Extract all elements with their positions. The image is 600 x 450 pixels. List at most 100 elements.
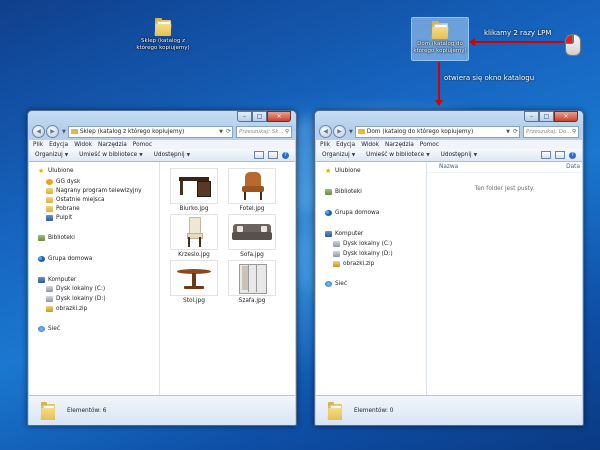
file-item[interactable]: Sofa.jpg	[228, 214, 276, 258]
address-dropdown-icon[interactable]: ▼	[219, 129, 223, 135]
nav-downloads[interactable]: Pobrane	[46, 206, 80, 212]
details-pane: Elementów: 6	[29, 395, 295, 425]
nav-homegroup[interactable]: Grupa domowa	[325, 210, 379, 216]
recent-pages-dropdown[interactable]: ▼	[349, 129, 353, 135]
menu-pomoc[interactable]: Pomoc	[133, 142, 152, 148]
drive-icon	[333, 241, 340, 247]
folder-icon	[327, 401, 343, 420]
include-in-library-button[interactable]: Umieść w bibliotece ▼	[79, 152, 143, 158]
nav-obrazki-zip[interactable]: obrazki.zip	[333, 261, 374, 267]
refresh-icon[interactable]: ⟳	[226, 128, 231, 135]
zip-icon	[46, 306, 53, 312]
file-item[interactable]: Krzeslo.jpg	[170, 214, 218, 258]
nav-obrazki-zip[interactable]: obrazki.zip	[46, 306, 87, 312]
nav-libraries[interactable]: Biblioteki	[325, 189, 362, 195]
file-item[interactable]: Biurko.jpg	[170, 168, 218, 212]
file-item[interactable]: Szafa.jpg	[228, 260, 276, 304]
network-icon	[325, 281, 332, 287]
menu-plik[interactable]: Plik	[33, 142, 43, 148]
file-item[interactable]: Stol.jpg	[170, 260, 218, 304]
nav-computer[interactable]: Komputer	[325, 231, 363, 237]
recent-pages-dropdown[interactable]: ▼	[62, 129, 66, 135]
nav-drive-c[interactable]: Dysk lokalny (C:)	[333, 241, 392, 247]
maximize-button[interactable]: □	[252, 111, 267, 122]
nav-drive-c[interactable]: Dysk lokalny (C:)	[46, 286, 105, 292]
preview-pane-icon[interactable]	[555, 151, 565, 159]
drive-icon	[333, 251, 340, 257]
menu-narzedzia[interactable]: Narzędzia	[98, 142, 127, 148]
search-input[interactable]: Przeszukaj: Do... ⚲	[523, 125, 579, 138]
nav-drive-d[interactable]: Dysk lokalny (D:)	[46, 296, 106, 302]
maximize-button[interactable]: □	[539, 111, 554, 122]
desktop-icon-dom[interactable]: Dom (katalog do którego kopiujemy)	[411, 17, 469, 61]
menu-edycja[interactable]: Edycja	[336, 142, 355, 148]
menu-edycja[interactable]: Edycja	[49, 142, 68, 148]
nav-computer[interactable]: Komputer	[38, 277, 76, 283]
address-bar[interactable]: Sklep (katalog z którego kopiujemy) ▼ ⟳	[67, 125, 233, 138]
homegroup-icon	[38, 256, 45, 262]
include-in-library-button[interactable]: Umieść w bibliotece ▼	[366, 152, 430, 158]
menu-widok[interactable]: Widok	[361, 142, 379, 148]
drive-icon	[46, 296, 53, 302]
back-button[interactable]: ◀	[319, 125, 332, 138]
close-button[interactable]: ✕	[554, 111, 578, 122]
search-input[interactable]: Przeszukaj: Sk... ⚲	[236, 125, 292, 138]
furniture-thumbnail-icon	[228, 214, 276, 250]
close-button[interactable]: ✕	[267, 111, 291, 122]
forward-button[interactable]: ▶	[46, 125, 59, 138]
nav-network[interactable]: Sieć	[325, 281, 347, 287]
folder-icon	[40, 401, 56, 420]
command-bar: Organizuj ▼ Umieść w bibliotece ▼ Udostępn…	[29, 149, 295, 162]
desktop-icon	[46, 215, 53, 221]
search-placeholder: Przeszukaj: Sk...	[239, 128, 284, 135]
share-button[interactable]: Udostępnij ▼	[154, 152, 190, 158]
mouse-icon	[565, 34, 581, 56]
desktop-icon-sklep[interactable]: Sklep (katalog z którego kopiujemy)	[134, 18, 192, 51]
menu-widok[interactable]: Widok	[74, 142, 92, 148]
nav-recent-places[interactable]: Ostatnie miejsca	[46, 197, 105, 203]
menu-pomoc[interactable]: Pomoc	[420, 142, 439, 148]
help-icon[interactable]: ?	[282, 151, 289, 159]
star-icon: ★	[38, 167, 45, 175]
organize-button[interactable]: Organizuj ▼	[35, 152, 68, 158]
column-date[interactable]: Data	[566, 164, 580, 170]
forward-button[interactable]: ▶	[333, 125, 346, 138]
command-bar: Organizuj ▼ Umieść w bibliotece ▼ Udostępn…	[316, 149, 582, 162]
column-name[interactable]: Nazwa	[439, 164, 458, 170]
minimize-button[interactable]: –	[237, 111, 252, 122]
nav-homegroup[interactable]: Grupa domowa	[38, 256, 92, 262]
furniture-thumbnail-icon	[170, 214, 218, 250]
menu-narzedzia[interactable]: Narzędzia	[385, 142, 414, 148]
address-bar[interactable]: Dom (katalog do którego kopiujemy) ▼ ⟳	[354, 125, 520, 138]
navigation-pane: ★ Ulubione Biblioteki Grupa domowa Komput…	[316, 162, 427, 395]
nav-gg-dysk[interactable]: GG dysk	[46, 179, 80, 185]
nav-favorites[interactable]: ★ Ulubione	[325, 168, 361, 175]
preview-pane-icon[interactable]	[268, 151, 278, 159]
homegroup-icon	[325, 210, 332, 216]
details-pane: Elementów: 0	[316, 395, 582, 425]
library-icon	[325, 189, 332, 195]
address-text: Dom (katalog do którego kopiujemy)	[366, 128, 474, 135]
desktop-icon-label: Sklep (katalog z którego kopiujemy)	[136, 38, 190, 51]
address-dropdown-icon[interactable]: ▼	[506, 129, 510, 135]
back-button[interactable]: ◀	[32, 125, 45, 138]
file-item[interactable]: Fotel.jpg	[228, 168, 276, 212]
view-options-icon[interactable]	[541, 151, 551, 159]
help-icon[interactable]: ?	[569, 151, 576, 159]
nav-drive-d[interactable]: Dysk lokalny (D:)	[333, 251, 393, 257]
arrowhead-down-icon	[435, 100, 443, 106]
refresh-icon[interactable]: ⟳	[513, 128, 518, 135]
nav-network[interactable]: Sieć	[38, 326, 60, 332]
item-count: Elementów: 0	[354, 407, 394, 414]
share-button[interactable]: Udostępnij ▼	[441, 152, 477, 158]
nav-desktop[interactable]: Pulpit	[46, 215, 72, 221]
gg-icon	[46, 179, 53, 185]
nav-favorites[interactable]: ★ Ulubione	[38, 167, 74, 175]
nav-recorded-tv[interactable]: Nagrany program telewizyjny	[46, 188, 142, 194]
nav-libraries[interactable]: Biblioteki	[38, 235, 75, 241]
organize-button[interactable]: Organizuj ▼	[322, 152, 355, 158]
view-options-icon[interactable]	[254, 151, 264, 159]
minimize-button[interactable]: –	[524, 111, 539, 122]
menu-bar: Plik Edycja Widok Narzędzia Pomoc	[29, 140, 295, 149]
menu-plik[interactable]: Plik	[320, 142, 330, 148]
